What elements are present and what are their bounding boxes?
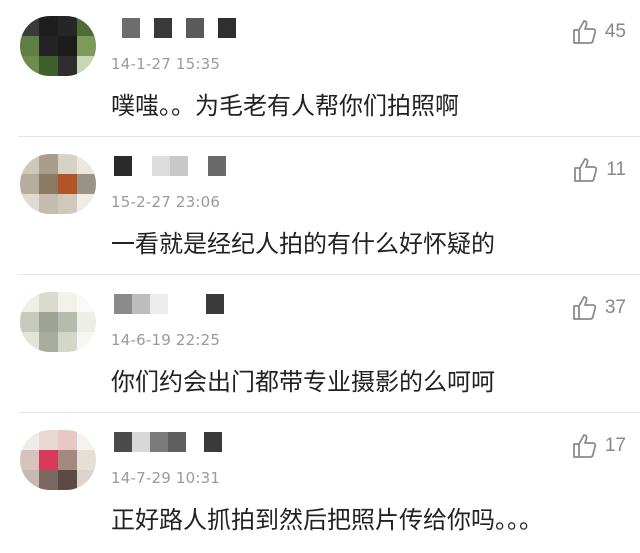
like-count: 37 bbox=[604, 297, 626, 318]
like-button[interactable]: 37 bbox=[571, 290, 626, 326]
like-button[interactable]: 45 bbox=[571, 14, 626, 50]
thumbs-up-icon bbox=[571, 294, 599, 322]
divider bbox=[18, 274, 640, 275]
avatar[interactable] bbox=[20, 430, 96, 490]
like-count: 11 bbox=[606, 159, 626, 180]
comment-timestamp: 15-2-27 23:06 bbox=[111, 193, 221, 211]
username-mosaic[interactable] bbox=[114, 156, 226, 176]
avatar[interactable] bbox=[20, 154, 96, 214]
avatar[interactable] bbox=[20, 16, 96, 76]
like-button[interactable]: 11 bbox=[572, 152, 626, 188]
comment-item: 14-6-19 22:25 你们约会出门都带专业摄影的么呵呵 37 bbox=[0, 276, 640, 413]
thumbs-up-icon bbox=[571, 18, 599, 46]
like-count: 17 bbox=[604, 435, 626, 456]
divider bbox=[18, 412, 640, 413]
comment-timestamp: 14-1-27 15:35 bbox=[111, 55, 221, 73]
comment-text: 一看就是经纪人拍的有什么好怀疑的 bbox=[111, 230, 495, 258]
comment-item: 15-2-27 23:06 一看就是经纪人拍的有什么好怀疑的 11 bbox=[0, 138, 640, 275]
avatar[interactable] bbox=[20, 292, 96, 352]
comment-timestamp: 14-7-29 10:31 bbox=[111, 469, 221, 487]
comment-text: 噗嗤。。为毛老有人帮你们拍照啊 bbox=[111, 92, 459, 120]
thumbs-up-icon bbox=[571, 432, 599, 460]
comment-timestamp: 14-6-19 22:25 bbox=[111, 331, 221, 349]
thumbs-up-icon bbox=[572, 156, 600, 184]
like-count: 45 bbox=[604, 21, 626, 42]
like-button[interactable]: 17 bbox=[571, 428, 626, 464]
comment-text: 正好路人抓拍到然后把照片传给你吗。。。 bbox=[111, 506, 543, 534]
comment-list: 14-1-27 15:35 噗嗤。。为毛老有人帮你们拍照啊 45 15-2-27… bbox=[0, 0, 640, 553]
divider bbox=[18, 136, 640, 137]
username-mosaic[interactable] bbox=[114, 432, 222, 452]
username-mosaic[interactable] bbox=[114, 18, 236, 38]
comment-text: 你们约会出门都带专业摄影的么呵呵 bbox=[111, 368, 495, 396]
username-mosaic[interactable] bbox=[114, 294, 224, 314]
comment-item: 14-1-27 15:35 噗嗤。。为毛老有人帮你们拍照啊 45 bbox=[0, 0, 640, 137]
comment-item: 14-7-29 10:31 正好路人抓拍到然后把照片传给你吗。。。 17 bbox=[0, 414, 640, 551]
